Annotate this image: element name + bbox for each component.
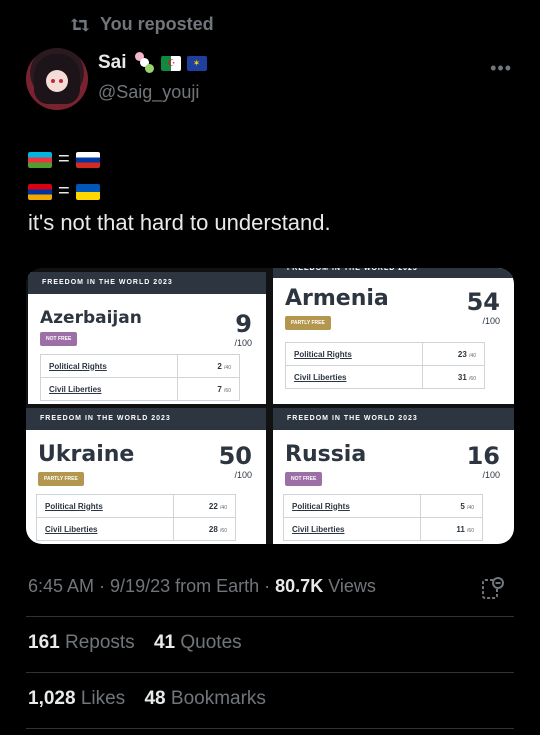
row-value: 7 /60: [177, 377, 240, 401]
repost-banner[interactable]: You reposted: [70, 14, 214, 35]
views-label: Views: [328, 576, 376, 596]
card-score: 54: [466, 288, 500, 316]
card-score: 16: [466, 442, 500, 470]
tweet-date[interactable]: 9/19/23: [110, 576, 170, 596]
divider: [26, 728, 514, 729]
row-value: 2 /40: [177, 354, 240, 378]
eu-flag: ✶: [186, 55, 207, 71]
card-score-out-of: /100: [482, 470, 500, 480]
table-row: Civil Liberties 7 /60: [40, 377, 240, 401]
table-row: Civil Liberties 28 /60: [36, 517, 236, 541]
status-badge: NOT FREE: [40, 332, 78, 346]
bookmarks-link[interactable]: 48 Bookmarks: [144, 688, 265, 709]
azerbaijan-flag: [28, 151, 52, 168]
table-row: Political Rights 22 /40: [36, 494, 236, 518]
score-table: Political Rights 2 /40 Civil Liberties 7 /…: [40, 354, 240, 401]
card-score: 9: [235, 310, 252, 338]
bookmark-icon[interactable]: [480, 576, 504, 607]
card-ukraine: FREEDOM IN THE WORLD 2023 Ukraine PARTLY…: [26, 408, 266, 544]
algeria-flag: ☪: [160, 55, 181, 71]
card-score: 50: [218, 442, 252, 470]
row-value: 5 /40: [420, 494, 483, 518]
row-value: 31 /60: [422, 365, 485, 389]
status-badge: NOT FREE: [285, 472, 323, 486]
score-table: Political Rights 22 /40 Civil Liberties 28…: [36, 494, 236, 541]
ukraine-flag: [75, 183, 100, 200]
row-label[interactable]: Civil Liberties: [40, 377, 178, 401]
card-country: Azerbaijan: [40, 308, 142, 328]
card-header: FREEDOM IN THE WORLD 2023: [273, 408, 514, 430]
tweet-text: it's not that hard to understand.: [28, 210, 331, 235]
author-name[interactable]: Sai: [98, 52, 127, 74]
card-russia: FREEDOM IN THE WORLD 2023 Russia NOT FRE…: [273, 408, 514, 544]
card-header: FREEDOM IN THE WORLD 2023: [273, 268, 514, 278]
views-count: 80.7K: [275, 576, 324, 596]
row-label[interactable]: Political Rights: [285, 342, 423, 366]
divider: [26, 616, 514, 617]
table-row: Political Rights 2 /40: [40, 354, 240, 378]
armenia-flag: [28, 183, 52, 200]
row-label[interactable]: Political Rights: [283, 494, 421, 518]
row-value: 23 /40: [422, 342, 485, 366]
table-row: Political Rights 5 /40: [283, 494, 483, 518]
stats-row-2: 1,028 Likes 48 Bookmarks: [28, 688, 266, 710]
card-header: FREEDOM IN THE WORLD 2023: [28, 272, 266, 294]
more-icon[interactable]: •••: [490, 58, 512, 79]
row-value: 28 /60: [173, 517, 236, 541]
stats-row-1: 161 Reposts 41 Quotes: [28, 632, 242, 654]
author-handle[interactable]: @Saig_youji: [98, 82, 199, 103]
likes-link[interactable]: 1,028 Likes: [28, 688, 125, 709]
flag-equation-1: =: [28, 148, 100, 171]
row-label[interactable]: Civil Liberties: [283, 517, 421, 541]
score-table: Political Rights 23 /40 Civil Liberties 31…: [285, 342, 485, 389]
card-score-out-of: /100: [234, 470, 252, 480]
divider: [26, 672, 514, 673]
row-label[interactable]: Political Rights: [36, 494, 174, 518]
row-label[interactable]: Political Rights: [40, 354, 178, 378]
row-value: 11 /60: [420, 517, 483, 541]
card-score-out-of: /100: [482, 316, 500, 326]
tweet-time[interactable]: 6:45 AM: [28, 576, 94, 596]
status-badge: PARTLY FREE: [38, 472, 84, 486]
card-country: Armenia: [285, 286, 389, 311]
tweet-meta: 6:45 AM · 9/19/23 from Earth · 80.7K Vie…: [28, 576, 376, 596]
card-armenia: FREEDOM IN THE WORLD 2023 Armenia PARTLY…: [273, 268, 514, 404]
avatar[interactable]: [26, 48, 88, 110]
table-row: Political Rights 23 /40: [285, 342, 485, 366]
card-country: Ukraine: [38, 442, 135, 467]
row-value: 22 /40: [173, 494, 236, 518]
repost-icon: [70, 17, 90, 32]
russia-flag: [75, 151, 100, 168]
reposts-link[interactable]: 161 Reposts: [28, 632, 135, 653]
dango-emoji: [134, 52, 154, 74]
row-label[interactable]: Civil Liberties: [36, 517, 174, 541]
row-label[interactable]: Civil Liberties: [285, 365, 423, 389]
repost-banner-text: You reposted: [100, 14, 214, 34]
quotes-link[interactable]: 41 Quotes: [154, 632, 242, 653]
score-table: Political Rights 5 /40 Civil Liberties 11 …: [283, 494, 483, 541]
card-header: FREEDOM IN THE WORLD 2023: [26, 408, 266, 430]
status-badge: PARTLY FREE: [285, 316, 331, 330]
card-azerbaijan: FREEDOM IN THE WORLD 2023 Azerbaijan NOT…: [28, 272, 266, 404]
tweet-source: from Earth: [175, 576, 260, 596]
media-image[interactable]: FREEDOM IN THE WORLD 2023 Azerbaijan NOT…: [26, 268, 514, 544]
card-country: Russia: [285, 442, 367, 467]
table-row: Civil Liberties 11 /60: [283, 517, 483, 541]
table-row: Civil Liberties 31 /60: [285, 365, 485, 389]
card-score-out-of: /100: [234, 338, 252, 348]
flag-equation-2: =: [28, 180, 100, 203]
